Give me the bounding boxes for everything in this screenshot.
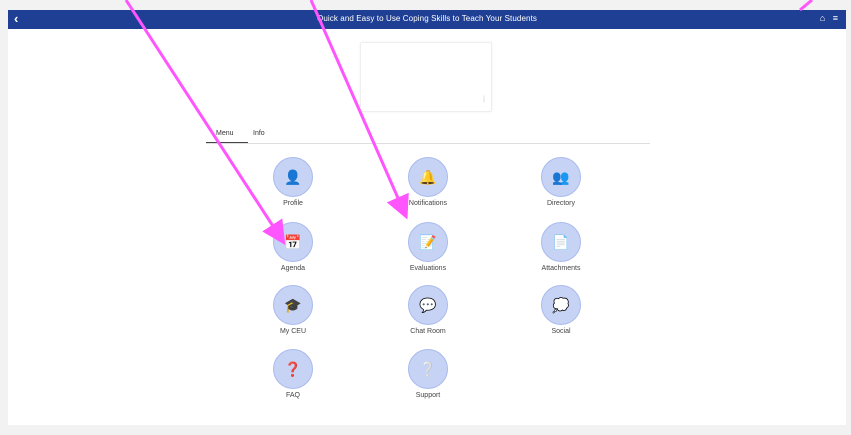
main-panel: | Menu Info 👤 Profile 🔔 Notifications 👥 … (8, 29, 846, 425)
tile-directory[interactable]: 👥 Directory (506, 157, 616, 207)
page-title: Quick and Easy to Use Coping Skills to T… (317, 14, 537, 23)
tile-faq[interactable]: ❓ FAQ (238, 349, 348, 399)
tile-label: FAQ (285, 392, 300, 399)
tab-bar: Menu Info (206, 127, 650, 144)
event-logo: | (360, 42, 492, 112)
tile-label: Chat Room (410, 328, 446, 335)
tile-support[interactable]: ❔ Support (373, 349, 483, 399)
tile-label: Agenda (280, 265, 306, 272)
tile-label: Attachments (541, 265, 581, 272)
tab-menu[interactable]: Menu (206, 130, 247, 143)
tile-profile[interactable]: 👤 Profile (238, 157, 348, 207)
tile-label: Directory (546, 200, 575, 207)
menu-icon[interactable]: ≡ (833, 13, 838, 23)
top-right-icons: ⌂ ≡ (815, 13, 838, 23)
tile-social[interactable]: 💭 Social (506, 285, 616, 335)
tile-attachments[interactable]: 📄 Attachments (506, 222, 616, 272)
evaluations-icon[interactable]: 📝 (408, 222, 448, 262)
tile-label: Evaluations (409, 265, 447, 272)
directory-icon[interactable]: 👥 (541, 157, 581, 197)
calendar-icon[interactable]: 📅 (273, 222, 313, 262)
home-icon[interactable]: ⌂ (820, 13, 825, 23)
tile-chat-room[interactable]: 💬 Chat Room (373, 285, 483, 335)
tile-evaluations[interactable]: 📝 Evaluations (373, 222, 483, 272)
tile-label: Notifications (408, 200, 448, 207)
tile-label: Social (551, 328, 571, 335)
social-icon[interactable]: 💭 (541, 285, 581, 325)
tab-info[interactable]: Info (253, 130, 265, 137)
tile-notifications[interactable]: 🔔 Notifications (373, 157, 483, 207)
notifications-icon[interactable]: 🔔 (408, 157, 448, 197)
tile-label: Support (415, 392, 441, 399)
top-bar: ‹ Quick and Easy to Use Coping Skills to… (8, 10, 846, 29)
tile-agenda[interactable]: 📅 Agenda (238, 222, 348, 272)
support-icon[interactable]: ❔ (408, 349, 448, 389)
certificate-icon[interactable]: 🎓 (273, 285, 313, 325)
tile-my-ceu[interactable]: 🎓 My CEU (238, 285, 348, 335)
user-search-icon[interactable]: 👤 (273, 157, 313, 197)
attachments-icon[interactable]: 📄 (541, 222, 581, 262)
question-icon[interactable]: ❓ (273, 349, 313, 389)
tile-label: My CEU (279, 328, 307, 335)
tile-label: Profile (283, 200, 303, 207)
chat-icon[interactable]: 💬 (408, 285, 448, 325)
annotation-arrow-corner (799, 0, 813, 12)
logo-placeholder-mark: | (483, 96, 485, 103)
